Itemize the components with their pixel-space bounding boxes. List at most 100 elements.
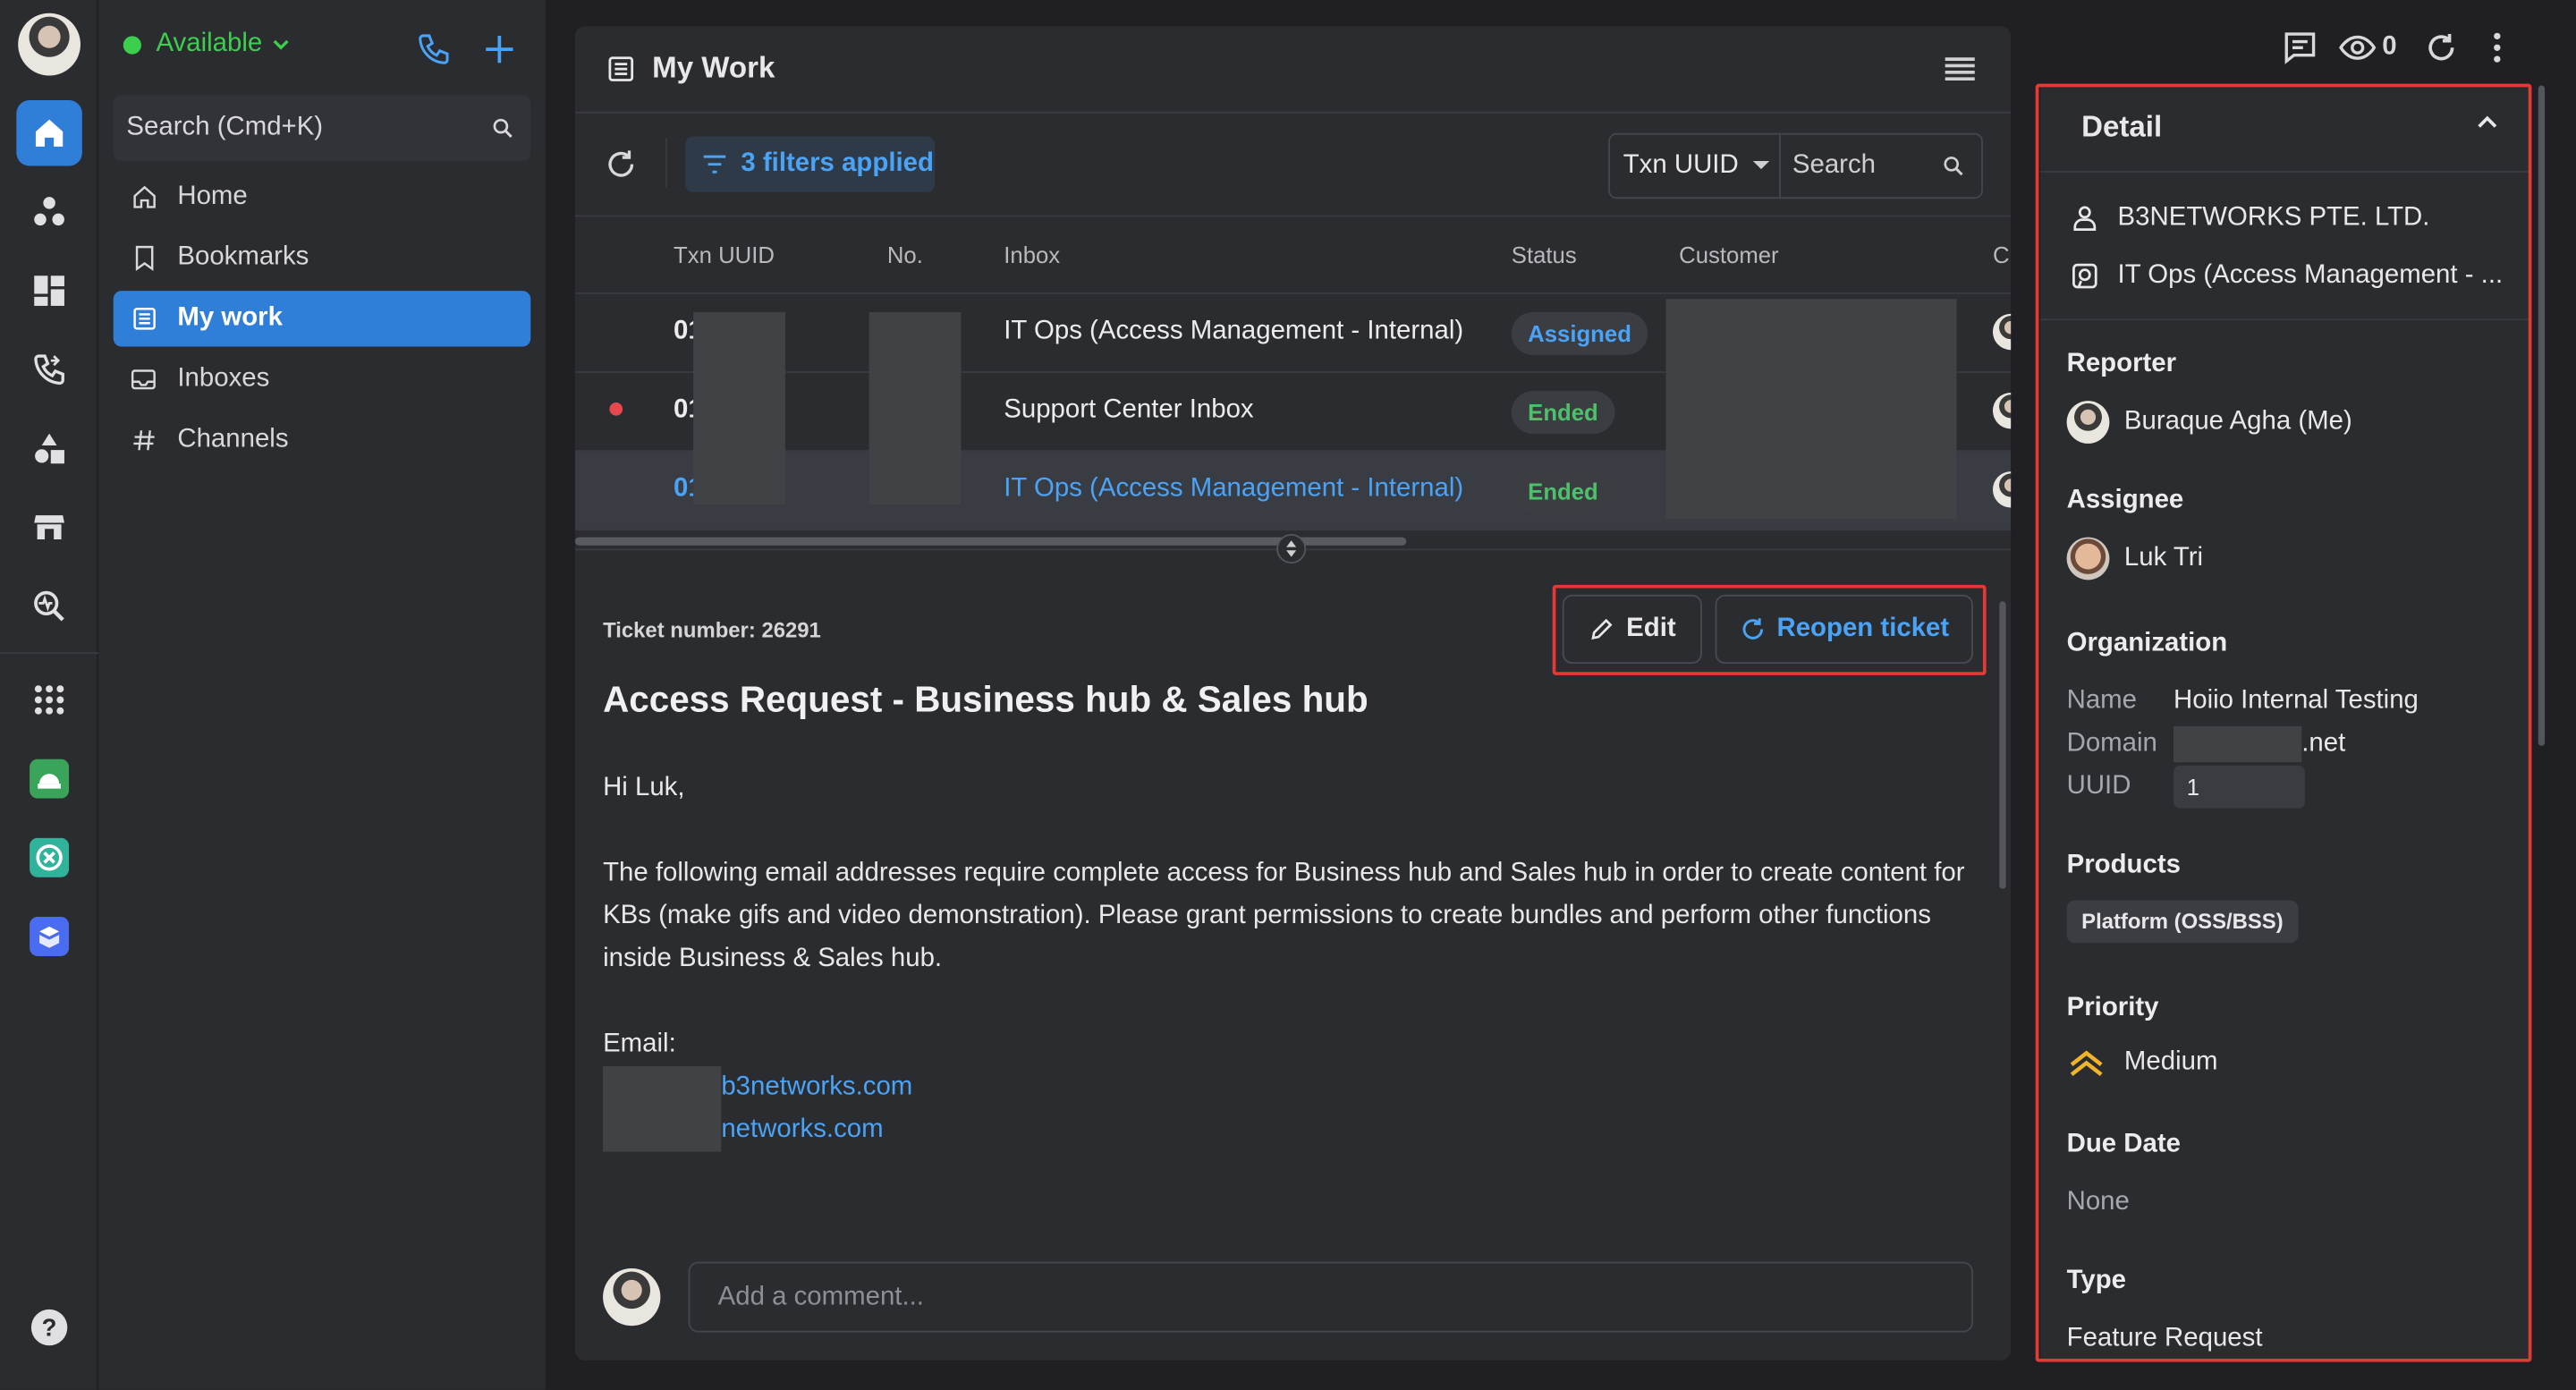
search-icon xyxy=(1944,157,1963,176)
status-badge: Assigned xyxy=(1511,311,1648,355)
page-title: My Work xyxy=(652,50,775,84)
hash-icon xyxy=(133,430,155,451)
apps-grid-icon xyxy=(34,685,64,715)
sidebar-item-bookmarks[interactable]: Bookmarks xyxy=(114,230,531,285)
rail-app-teal-button[interactable] xyxy=(16,825,81,890)
user-avatar[interactable] xyxy=(18,13,81,76)
search-input[interactable]: Search (Cmd+K) xyxy=(113,95,531,162)
bookmark-icon xyxy=(135,245,154,271)
ticket-greeting: Hi Luk, xyxy=(603,774,685,802)
rail-store-button[interactable] xyxy=(16,495,81,560)
sidebar-item-inboxes[interactable]: Inboxes xyxy=(114,352,531,407)
new-item-button[interactable] xyxy=(481,31,517,67)
rail-divider xyxy=(0,652,99,655)
avatar xyxy=(1992,471,2012,508)
rail-monitor-button[interactable] xyxy=(16,573,81,639)
ticket-vertical-scrollbar[interactable] xyxy=(1999,601,2006,889)
ticket-title: Access Request - Business hub & Sales hu… xyxy=(603,678,1368,720)
my-work-panel: My Work 3 filters applied Txn UUID Searc… xyxy=(574,26,2012,1360)
comments-button[interactable] xyxy=(2282,30,2318,65)
search-field-select[interactable]: Txn UUID xyxy=(1610,134,1782,198)
comment-placeholder: Add a comment... xyxy=(717,1282,924,1310)
avatar xyxy=(1992,313,2012,351)
plus-icon xyxy=(486,35,513,64)
more-options-button[interactable] xyxy=(2484,31,2510,64)
pane-resize-handle[interactable] xyxy=(1276,533,1307,564)
menu-lines-icon xyxy=(1945,57,1975,81)
home-icon xyxy=(133,185,156,208)
table-search-input[interactable]: Search xyxy=(1792,135,1876,198)
column-header-customer[interactable]: Customer xyxy=(1679,242,1778,267)
list-icon xyxy=(608,56,634,81)
comment-icon xyxy=(2284,32,2316,64)
divider xyxy=(574,111,2012,114)
rail-home-button[interactable] xyxy=(16,100,82,166)
column-header-status[interactable]: Status xyxy=(1512,242,1577,267)
sidebar-item-label: Channels xyxy=(177,425,289,453)
email-label: Email: xyxy=(603,1030,676,1058)
column-header-inbox[interactable]: Inbox xyxy=(1004,242,1060,267)
column-header-c[interactable]: C xyxy=(1993,242,2010,267)
help-icon: ? xyxy=(30,1309,68,1346)
rail-contacts-button[interactable] xyxy=(16,179,81,244)
sidebar-item-channels[interactable]: Channels xyxy=(114,412,531,468)
highlight-box-actions xyxy=(1552,584,1987,675)
sidebar-item-home[interactable]: Home xyxy=(114,169,531,225)
ticket-body: The following email addresses require co… xyxy=(603,859,1965,973)
view-toggle-button[interactable] xyxy=(1944,55,1977,84)
rail-shapes-button[interactable] xyxy=(16,416,81,481)
comment-input[interactable]: Add a comment... xyxy=(688,1261,1973,1333)
filters-button[interactable]: 3 filters applied xyxy=(684,136,936,192)
sidebar: Available Search (Cmd+K) Home Bookmarks … xyxy=(98,0,546,1390)
email-link[interactable]: b3networks.com xyxy=(721,1066,912,1109)
email-link[interactable]: networks.com xyxy=(721,1109,883,1152)
filters-label: 3 filters applied xyxy=(741,149,934,178)
search-field-label: Txn UUID xyxy=(1623,150,1739,180)
redacted-email-prefix xyxy=(603,1066,722,1152)
help-button[interactable]: ? xyxy=(16,1294,81,1360)
watchers-button[interactable]: 0 xyxy=(2338,30,2397,65)
sidebar-item-label: Home xyxy=(177,182,248,211)
search-box: Txn UUID Search xyxy=(1608,132,1983,199)
eye-icon xyxy=(2339,35,2377,60)
divider xyxy=(574,215,2012,217)
inbox-icon xyxy=(131,369,156,390)
highlight-box-detail xyxy=(2035,83,2532,1362)
refresh-button[interactable] xyxy=(605,148,638,181)
home-icon xyxy=(35,119,64,147)
refresh-icon xyxy=(2428,33,2454,61)
detail-vertical-scrollbar[interactable] xyxy=(2538,85,2546,746)
inbox-cell: Support Center Inbox xyxy=(1004,395,1254,424)
status-selector[interactable]: Available xyxy=(123,30,291,59)
inbox-cell: IT Ops (Access Management - Internal) xyxy=(1004,474,1464,504)
search-icon xyxy=(493,118,513,138)
refresh-detail-button[interactable] xyxy=(2425,31,2458,64)
status-badge: Ended xyxy=(1511,470,1615,513)
resize-icon xyxy=(1286,540,1297,557)
unread-dot xyxy=(609,403,623,416)
inbox-cell: IT Ops (Access Management - Internal) xyxy=(1004,317,1464,345)
sidebar-item-label: Bookmarks xyxy=(177,242,309,272)
shapes-icon xyxy=(35,433,64,464)
phone-icon xyxy=(34,354,64,386)
rail-dashboard-button[interactable] xyxy=(16,258,81,323)
redacted-customer xyxy=(1665,299,1957,520)
rail-app-green-button[interactable] xyxy=(16,746,81,811)
rail-calls-button[interactable] xyxy=(16,337,81,403)
sidebar-item-label: My work xyxy=(177,303,283,333)
sidebar-item-label: Inboxes xyxy=(177,364,270,393)
dashboard-icon xyxy=(34,275,64,306)
column-header-txn-uuid[interactable]: Txn UUID xyxy=(674,242,775,267)
rail-app-blue-button[interactable] xyxy=(16,903,81,969)
status-label: Available xyxy=(156,30,263,58)
search-placeholder: Search (Cmd+K) xyxy=(126,113,324,141)
status-badge: Ended xyxy=(1511,391,1615,434)
sidebar-item-my-work[interactable]: My work xyxy=(113,291,531,347)
refresh-icon xyxy=(608,150,634,177)
column-header-no[interactable]: No. xyxy=(887,242,923,267)
chevron-down-icon xyxy=(272,39,288,50)
caret-down-icon xyxy=(1753,161,1770,170)
new-call-button[interactable] xyxy=(416,31,452,67)
rail-apps-button[interactable] xyxy=(16,667,81,733)
status-dot xyxy=(123,35,141,54)
